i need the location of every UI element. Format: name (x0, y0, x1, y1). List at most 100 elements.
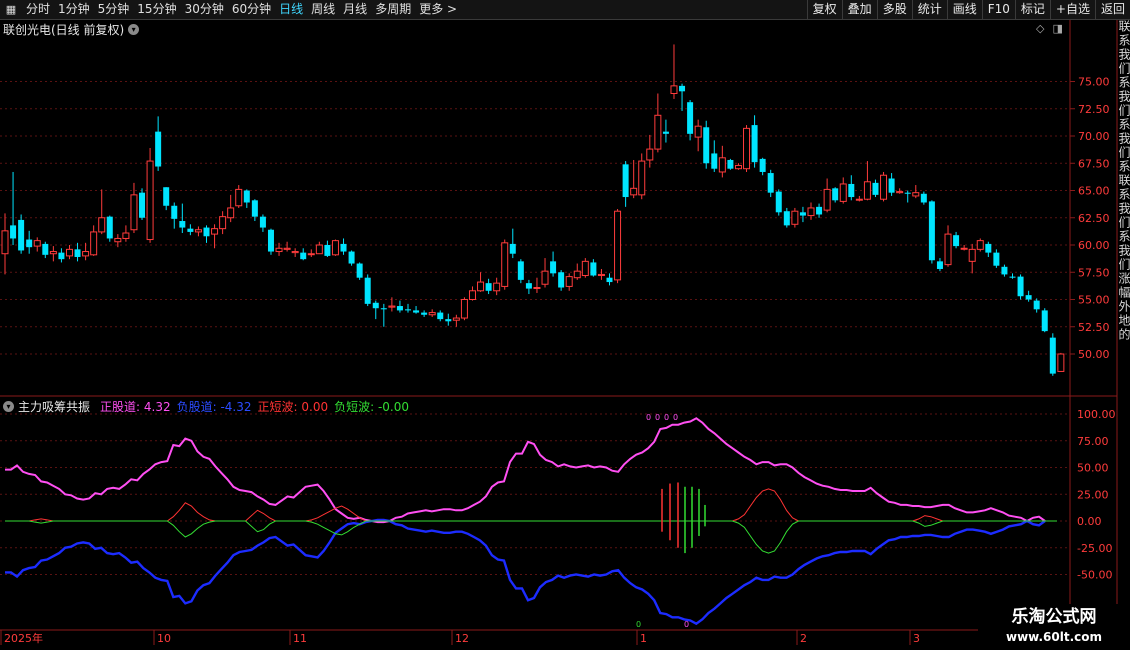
indicator-value: 正短波: 0.00 (257, 400, 329, 414)
candle-body (1017, 276, 1024, 297)
candle-body (428, 312, 436, 316)
candle-body (452, 317, 460, 321)
candle-body (18, 219, 25, 251)
candle-body (58, 252, 65, 260)
candle-body (1049, 337, 1056, 374)
candle-body (767, 173, 774, 193)
candle-body (364, 277, 371, 304)
indicator-level-label: 50.00 (1077, 462, 1109, 475)
candle-body (912, 192, 920, 197)
candle-body (405, 309, 411, 311)
candle-body (751, 125, 758, 163)
positive-line (5, 417, 1046, 524)
candle-body (235, 188, 243, 207)
candle-body (839, 183, 847, 202)
candle-body (146, 160, 154, 241)
price-label: 65.00 (1078, 185, 1110, 198)
candle-body (340, 243, 347, 252)
candle-body (614, 210, 622, 281)
candle-body (372, 302, 379, 309)
candle-body (1041, 310, 1048, 332)
candle-body (251, 200, 258, 217)
candle-body (550, 261, 557, 274)
candle-body (718, 157, 726, 173)
indicator-title: ▾ 主力吸筹共振 正股道: 4.32 负股道: -4.32 正短波: 0.00 负短波… (3, 398, 409, 415)
candle-body (872, 182, 879, 195)
indicator-value: 正股道: 4.32 (100, 400, 171, 414)
candle-body (10, 225, 17, 239)
candle-body (227, 207, 235, 219)
candle-body (1, 230, 9, 255)
candle-body (243, 190, 250, 203)
candle-body (630, 187, 638, 196)
price-label: 55.00 (1078, 294, 1110, 307)
candle-body (759, 158, 766, 172)
candle-body (920, 193, 927, 203)
signal-marker-green: 0 (636, 620, 641, 629)
candle-body (670, 85, 678, 94)
indicator-values: 正股道: 4.32 负股道: -4.32 正短波: 0.00 负短波: -0.00 (94, 398, 409, 415)
candle-body (597, 273, 605, 277)
side-strip-text: 联系我们系我们系我们系联系我们系我们涨幅外地的 (1117, 20, 1130, 342)
kline-chart[interactable]: 75.00 72.50 70.00 67.50 65.00 62.50 60.00 57.50… (0, 0, 1130, 650)
watermark-title: 乐淘公式网 (1011, 607, 1097, 627)
chevron-down-icon[interactable]: ▾ (3, 401, 14, 412)
candle-body (944, 233, 952, 266)
candle-body (953, 235, 960, 247)
candle-body (1057, 353, 1065, 372)
candle-body (396, 306, 403, 311)
candle-body (501, 242, 509, 287)
candle-body (194, 229, 202, 233)
candle-body (356, 263, 363, 278)
indicator-value: 负股道: -4.32 (176, 400, 252, 414)
candle-body (880, 174, 888, 200)
candle-body (799, 212, 806, 216)
candle-body (211, 228, 219, 235)
price-label: 62.50 (1078, 212, 1110, 225)
candle-body (82, 251, 90, 257)
candle-body (993, 252, 1000, 266)
price-label: 57.50 (1078, 266, 1110, 279)
indicator-value: 负短波: -0.00 (334, 400, 410, 414)
price-label: 50.00 (1078, 348, 1110, 361)
candle-body (155, 131, 162, 167)
candle-body (33, 240, 41, 247)
candle-body (445, 319, 452, 322)
candle-body (300, 252, 307, 260)
xaxis-label: 11 (293, 632, 307, 645)
indicator-level-label: -50.00 (1077, 569, 1112, 582)
candle-body (187, 228, 194, 232)
candle-body (565, 276, 573, 287)
price-label: 52.50 (1078, 321, 1110, 334)
candle-body (517, 261, 524, 280)
candle-body (122, 232, 130, 239)
candle-body (654, 114, 662, 150)
candle-body (533, 287, 541, 290)
candle-body (581, 260, 589, 277)
candle-body (783, 211, 790, 226)
candle-body (791, 210, 799, 225)
candle-body (816, 206, 823, 215)
candle-body (171, 205, 178, 219)
candle-body (968, 248, 976, 262)
candle-body (139, 192, 146, 218)
watermark: 乐淘公式网 www.60lt.com (978, 604, 1130, 650)
candle-body (638, 160, 646, 196)
price-label: 70.00 (1078, 130, 1110, 143)
candle-body (219, 216, 227, 230)
right-info-strip: 联系我们系我们系我们系联系我们系我们涨幅外地的 (1117, 20, 1130, 400)
candle-body (855, 198, 863, 201)
indicator-level-label: -25.00 (1077, 542, 1112, 555)
candle-body (541, 270, 549, 285)
indicator-name: 主力吸筹共振 (18, 400, 91, 414)
candle-body (477, 281, 485, 292)
candle-body (590, 262, 597, 276)
candle-body (179, 221, 186, 228)
candle-body (743, 127, 751, 170)
candle-body (775, 191, 782, 213)
xaxis-label: 2 (800, 632, 807, 645)
candle-body (114, 237, 122, 243)
candle-body (976, 240, 984, 250)
candle-body (703, 127, 710, 164)
candle-body (936, 261, 943, 269)
